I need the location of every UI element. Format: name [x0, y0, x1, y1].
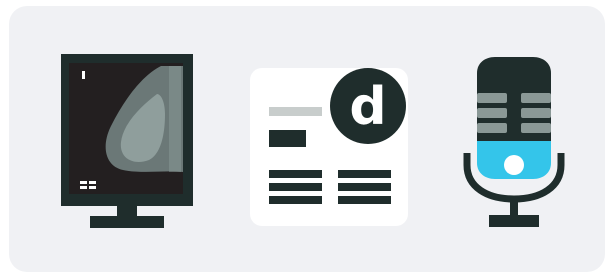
grille-slot: [477, 108, 507, 118]
grille-slot: [521, 108, 551, 118]
report-title-bar: [269, 107, 322, 116]
mic-base: [489, 215, 539, 227]
marker-dash: [80, 186, 87, 189]
mic-indicator-dot: [504, 155, 524, 175]
logo-letter: d: [349, 77, 386, 137]
report-heading-block: [269, 130, 306, 147]
radiology-report-icon: d: [250, 68, 408, 226]
grille-slot: [477, 123, 507, 133]
grille-slot: [521, 93, 551, 103]
marker-dash: [89, 186, 96, 189]
text-line: [338, 183, 391, 191]
monitor-base: [90, 216, 164, 228]
text-line: [269, 183, 322, 191]
grille-slot: [477, 93, 507, 103]
marker-dash: [80, 181, 87, 184]
tissue-edge: [169, 66, 181, 172]
text-line: [269, 170, 322, 178]
marker-dash: [89, 181, 96, 184]
mic-stand: [510, 199, 518, 217]
grille-slot: [521, 123, 551, 133]
text-line: [269, 196, 322, 204]
text-line: [338, 196, 391, 204]
marker-line: [82, 71, 85, 79]
microphone-icon: [463, 57, 565, 227]
mammography-monitor-icon: [61, 54, 193, 228]
text-line: [338, 170, 391, 178]
